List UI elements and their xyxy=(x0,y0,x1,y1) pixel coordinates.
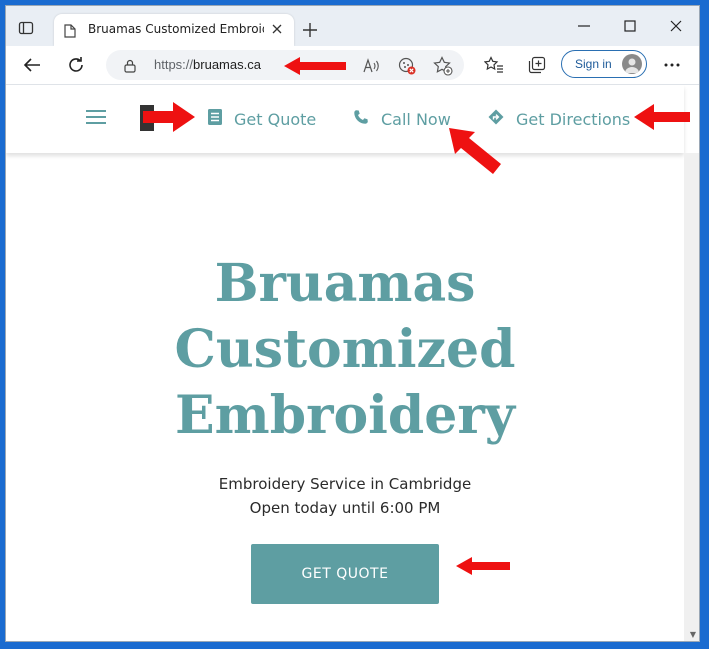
nav-call-now[interactable]: Call Now xyxy=(353,107,451,131)
scroll-down-icon[interactable]: ▼ xyxy=(690,630,696,639)
url-domain: bruamas.ca xyxy=(193,57,261,72)
site-header: Get Quote Call Now Get Directions xyxy=(6,85,684,153)
annotation-arrow xyxy=(634,104,690,130)
url-text[interactable]: https://bruamas.ca xyxy=(154,57,261,72)
tracking-prevention-icon[interactable] xyxy=(396,55,418,77)
more-options-icon[interactable] xyxy=(660,53,684,77)
refresh-icon[interactable] xyxy=(64,53,88,77)
hero-title: Bruamas Customized Embroidery xyxy=(6,251,684,449)
read-aloud-icon[interactable] xyxy=(360,55,382,77)
hero-title-line: Embroidery xyxy=(175,385,515,446)
hero-title-line: Bruamas xyxy=(214,253,476,314)
hamburger-menu-icon[interactable] xyxy=(86,110,106,126)
document-icon xyxy=(208,109,222,129)
add-favorite-icon[interactable] xyxy=(432,55,454,77)
nav-link-label: Get Quote xyxy=(234,109,317,129)
web-page: Get Quote Call Now Get Directions ▼ Brua… xyxy=(6,85,699,641)
active-tab[interactable]: Bruamas Customized Embroidery xyxy=(54,14,294,46)
nav-link-label: Get Directions xyxy=(516,109,631,129)
vertical-scrollbar[interactable]: ▼ xyxy=(684,153,699,641)
sign-in-button[interactable]: Sign in xyxy=(561,50,647,78)
nav-get-directions[interactable]: Get Directions xyxy=(488,107,630,131)
annotation-arrow xyxy=(143,102,195,132)
nav-get-quote[interactable]: Get Quote xyxy=(208,107,316,131)
url-scheme: https:// xyxy=(154,57,194,72)
annotation-arrow xyxy=(449,128,501,174)
hero-subtitle: Embroidery Service in Cambridge xyxy=(218,475,472,493)
page-icon xyxy=(64,23,76,42)
tab-actions-icon[interactable] xyxy=(12,16,40,40)
sign-in-label: Sign in xyxy=(575,57,612,71)
close-window-icon[interactable] xyxy=(664,16,688,36)
hero-title-line: Customized xyxy=(174,319,516,380)
maximize-icon[interactable] xyxy=(618,16,642,36)
annotation-arrow xyxy=(284,57,346,75)
get-quote-button[interactable]: GET QUOTE xyxy=(251,544,439,604)
close-tab-icon[interactable] xyxy=(268,20,286,38)
favorites-icon[interactable] xyxy=(482,53,506,77)
annotation-arrow xyxy=(456,557,510,575)
new-tab-icon[interactable] xyxy=(300,20,320,40)
browser-window: Bruamas Customized Embroidery xyxy=(5,5,700,642)
lock-icon[interactable] xyxy=(124,58,136,77)
nav-link-label: Call Now xyxy=(381,109,451,129)
phone-icon xyxy=(353,109,369,129)
back-arrow-icon[interactable] xyxy=(20,53,44,77)
minimize-icon[interactable] xyxy=(572,16,596,36)
collections-icon[interactable] xyxy=(525,53,549,77)
tab-title: Bruamas Customized Embroidery xyxy=(88,22,264,36)
profile-avatar-icon xyxy=(622,54,642,74)
directions-icon xyxy=(488,109,504,129)
tab-bar: Bruamas Customized Embroidery xyxy=(6,6,699,46)
opening-hours: Open today until 6:00 PM xyxy=(249,499,441,517)
browser-toolbar: https://bruamas.ca Sign in xyxy=(6,46,699,85)
